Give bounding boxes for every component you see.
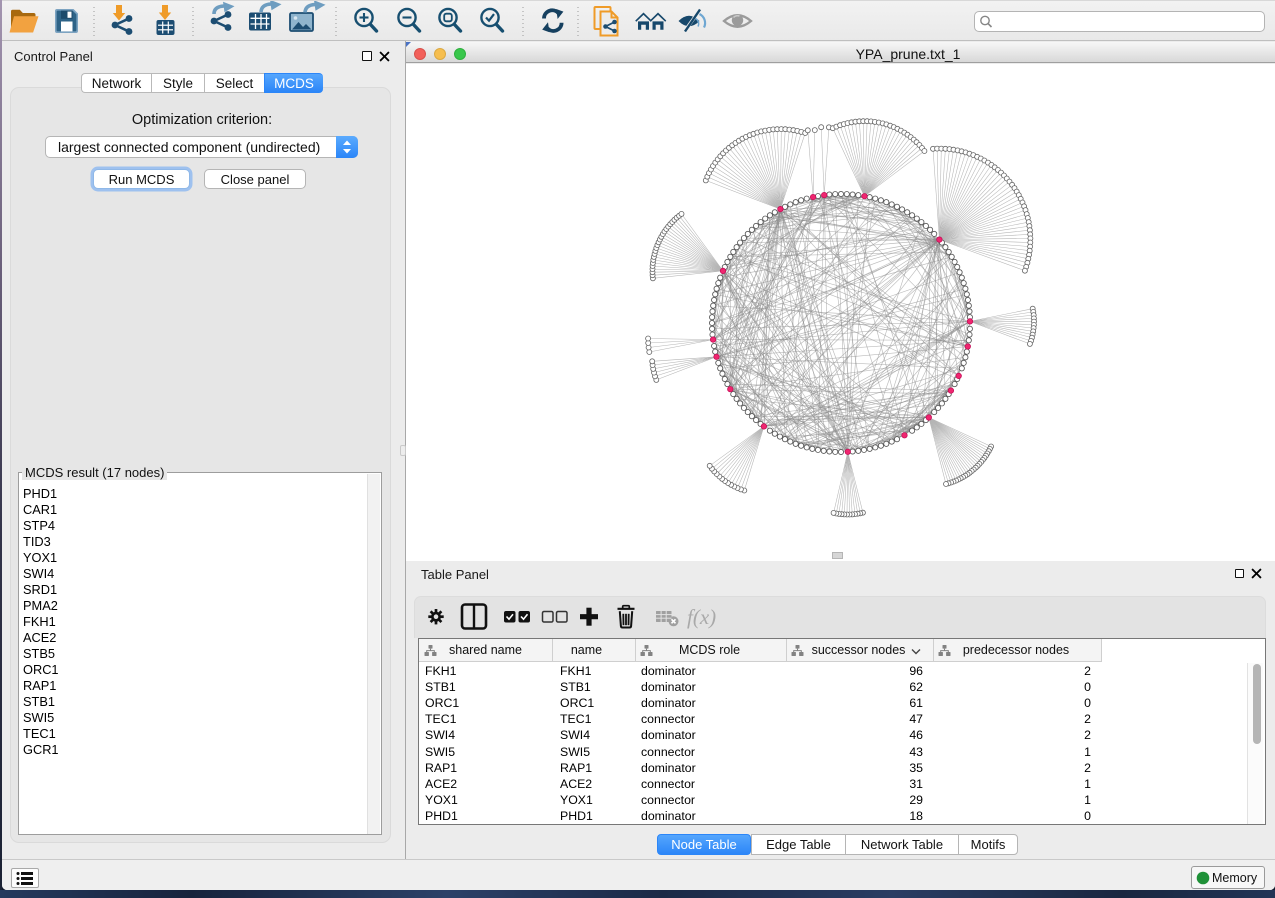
svg-text:f(x): f(x): [687, 605, 716, 629]
